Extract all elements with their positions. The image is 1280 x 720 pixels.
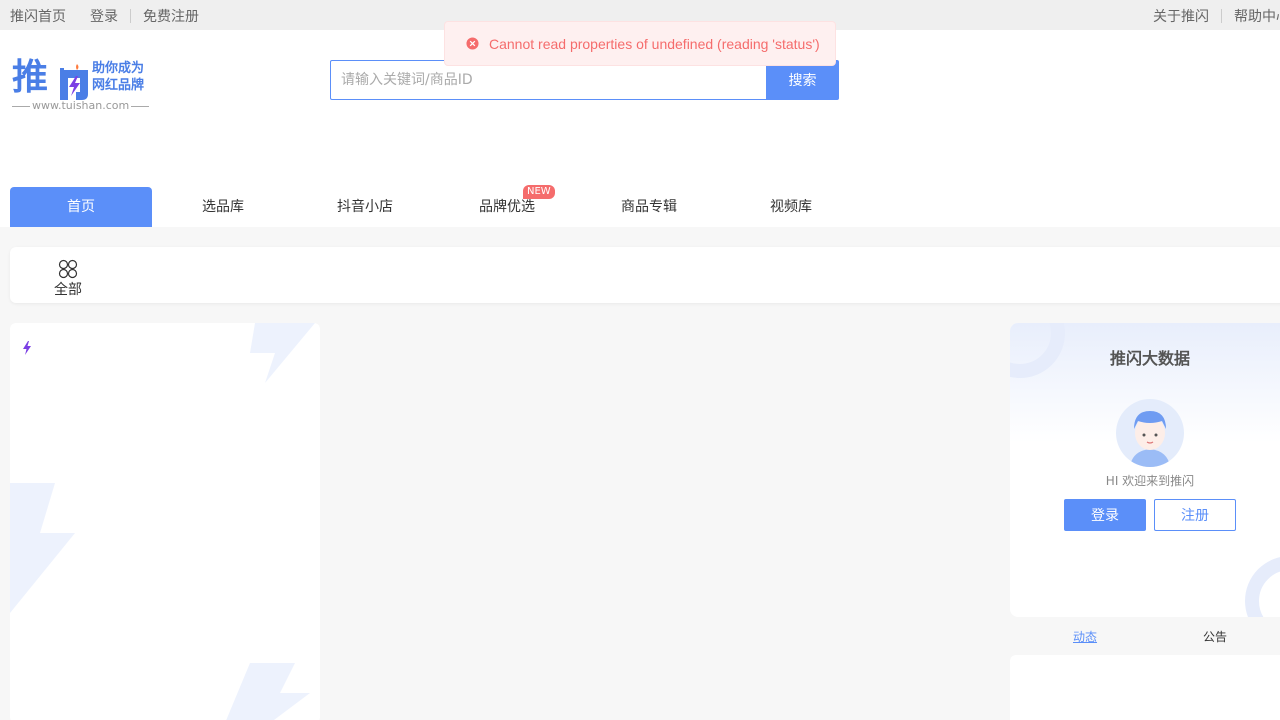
nav-item-douyin-shop[interactable]: 抖音小店 (294, 187, 436, 227)
register-button[interactable]: 注册 (1154, 499, 1236, 531)
error-message: Cannot read properties of undefined (rea… (489, 35, 820, 52)
tab-updates[interactable]: 动态 (1073, 628, 1097, 645)
search-input[interactable] (330, 60, 766, 100)
search-bar: 搜索 (330, 60, 839, 100)
user-avatar-icon (1130, 411, 1170, 467)
news-panel (1010, 655, 1280, 720)
avatar (1116, 399, 1184, 467)
about-link[interactable]: 关于推闪 (1153, 6, 1209, 26)
nav-item-brand-picks[interactable]: 品牌优选 NEW (436, 185, 578, 227)
nav-item-label: 品牌优选 (479, 199, 535, 215)
logo[interactable]: 推闪 助你成为 网红品牌 www.tuishan.com (10, 56, 150, 112)
divider (1221, 9, 1222, 23)
logo-slogan: 助你成为 网红品牌 (92, 60, 144, 94)
nav-item-product-library[interactable]: 选品库 (152, 187, 294, 227)
slogan-line-2: 网红品牌 (92, 78, 145, 93)
welcome-text: HI 欢迎来到推闪 (1105, 474, 1195, 488)
grid-icon (58, 259, 78, 279)
nav-item-home[interactable]: 首页 (10, 187, 152, 227)
user-panel: 推闪大数据 HI 欢迎来到推闪 登录 注册 (1010, 323, 1280, 617)
help-link[interactable]: 帮助中心 (1234, 6, 1280, 26)
decorative-bolt-icon (10, 323, 315, 720)
category-bar: 全部 (10, 247, 1280, 303)
panel-title: 推闪大数据 (1109, 349, 1190, 368)
error-toast: Cannot read properties of undefined (rea… (444, 21, 836, 66)
left-panel (10, 323, 320, 720)
search-button[interactable]: 搜索 (766, 60, 839, 100)
logo-url: www.tuishan.com (10, 99, 150, 112)
news-tabs: 动态 公告 (1010, 628, 1280, 648)
top-bar-right: 关于推闪 帮助中心 (1153, 6, 1280, 26)
category-all[interactable]: 全部 (48, 259, 88, 299)
login-button[interactable]: 登录 (1064, 499, 1146, 531)
category-all-label: 全部 (54, 282, 82, 298)
login-link[interactable]: 登录 (90, 6, 118, 26)
new-badge: NEW (523, 185, 555, 199)
divider (130, 9, 131, 23)
nav-item-product-albums[interactable]: 商品专辑 (578, 187, 720, 227)
logo-mark-icon (60, 64, 88, 100)
error-circle-icon (466, 37, 479, 50)
register-link[interactable]: 免费注册 (143, 6, 199, 26)
slogan-line-1: 助你成为 (92, 61, 145, 76)
tab-announcements[interactable]: 公告 (1203, 628, 1227, 645)
top-bar-left: 推闪首页 登录 免费注册 (10, 6, 199, 26)
main-nav: 首页 选品库 抖音小店 品牌优选 NEW 商品专辑 视频库 (10, 185, 862, 227)
nav-item-video-library[interactable]: 视频库 (720, 187, 862, 227)
home-link[interactable]: 推闪首页 (10, 6, 66, 26)
